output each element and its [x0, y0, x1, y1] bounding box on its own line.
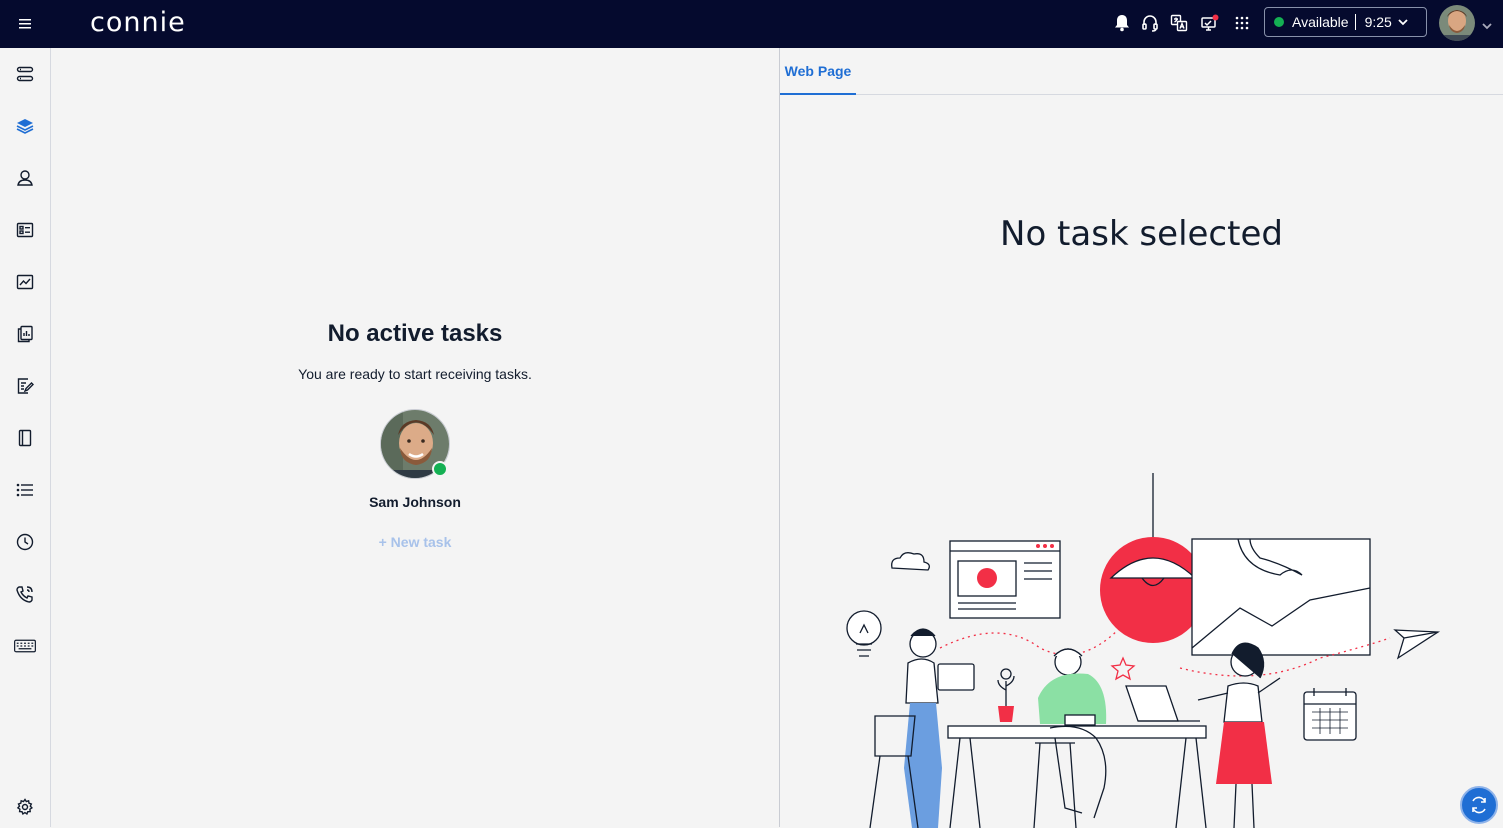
notebook-icon[interactable] — [14, 427, 36, 449]
tab-bar: Web Page — [780, 48, 1503, 95]
chevron-down-icon[interactable] — [1482, 17, 1492, 35]
tab-web-page[interactable]: Web Page — [780, 48, 856, 95]
app-logo: connie — [90, 7, 186, 38]
sidebar — [0, 48, 51, 827]
top-bar: connie Available 9:25 — [0, 0, 1503, 48]
empty-state-illustration — [846, 473, 1441, 828]
layers-icon[interactable] — [14, 115, 36, 137]
apps-grid-icon[interactable] — [1231, 12, 1253, 34]
reports-icon[interactable] — [14, 323, 36, 345]
settings-gear-icon[interactable] — [14, 796, 36, 818]
notification-bell-icon[interactable] — [1111, 12, 1133, 34]
online-status-indicator — [432, 461, 448, 477]
headset-icon[interactable] — [1139, 12, 1161, 34]
no-task-selected-title: No task selected — [1000, 214, 1283, 254]
analytics-chart-icon[interactable] — [14, 271, 36, 293]
bullet-list-icon[interactable] — [14, 479, 36, 501]
task-list-panel: No active tasks You are ready to start r… — [51, 48, 779, 827]
phone-calling-icon[interactable] — [14, 583, 36, 605]
desktop-alert-icon[interactable] — [1199, 12, 1221, 34]
empty-tasks-subtitle: You are ready to start receiving tasks. — [298, 366, 532, 382]
translate-icon[interactable] — [1168, 12, 1190, 34]
refresh-button[interactable] — [1460, 786, 1498, 824]
empty-tasks-title: No active tasks — [327, 320, 503, 347]
user-avatar[interactable] — [1439, 5, 1475, 41]
chevron-down-icon — [1398, 18, 1408, 26]
keyboard-icon[interactable] — [14, 635, 36, 657]
edit-form-icon[interactable] — [14, 375, 36, 397]
status-separator — [1354, 14, 1356, 30]
status-timer: 9:25 — [1364, 14, 1392, 30]
new-task-button[interactable]: + New task — [365, 534, 465, 550]
refresh-icon — [1472, 796, 1486, 814]
queue-stats-icon[interactable] — [14, 219, 36, 241]
agent-name: Sam Johnson — [369, 494, 461, 510]
contacts-icon[interactable] — [14, 167, 36, 189]
clock-icon[interactable] — [14, 531, 36, 553]
menu-icon[interactable] — [15, 14, 35, 34]
availability-status-dropdown[interactable]: Available 9:25 — [1264, 7, 1427, 37]
task-detail-panel: Web Page No task selected — [780, 48, 1503, 828]
status-online-dot — [1274, 17, 1284, 27]
tasks-list-icon[interactable] — [14, 63, 36, 85]
status-label: Available — [1292, 14, 1349, 30]
